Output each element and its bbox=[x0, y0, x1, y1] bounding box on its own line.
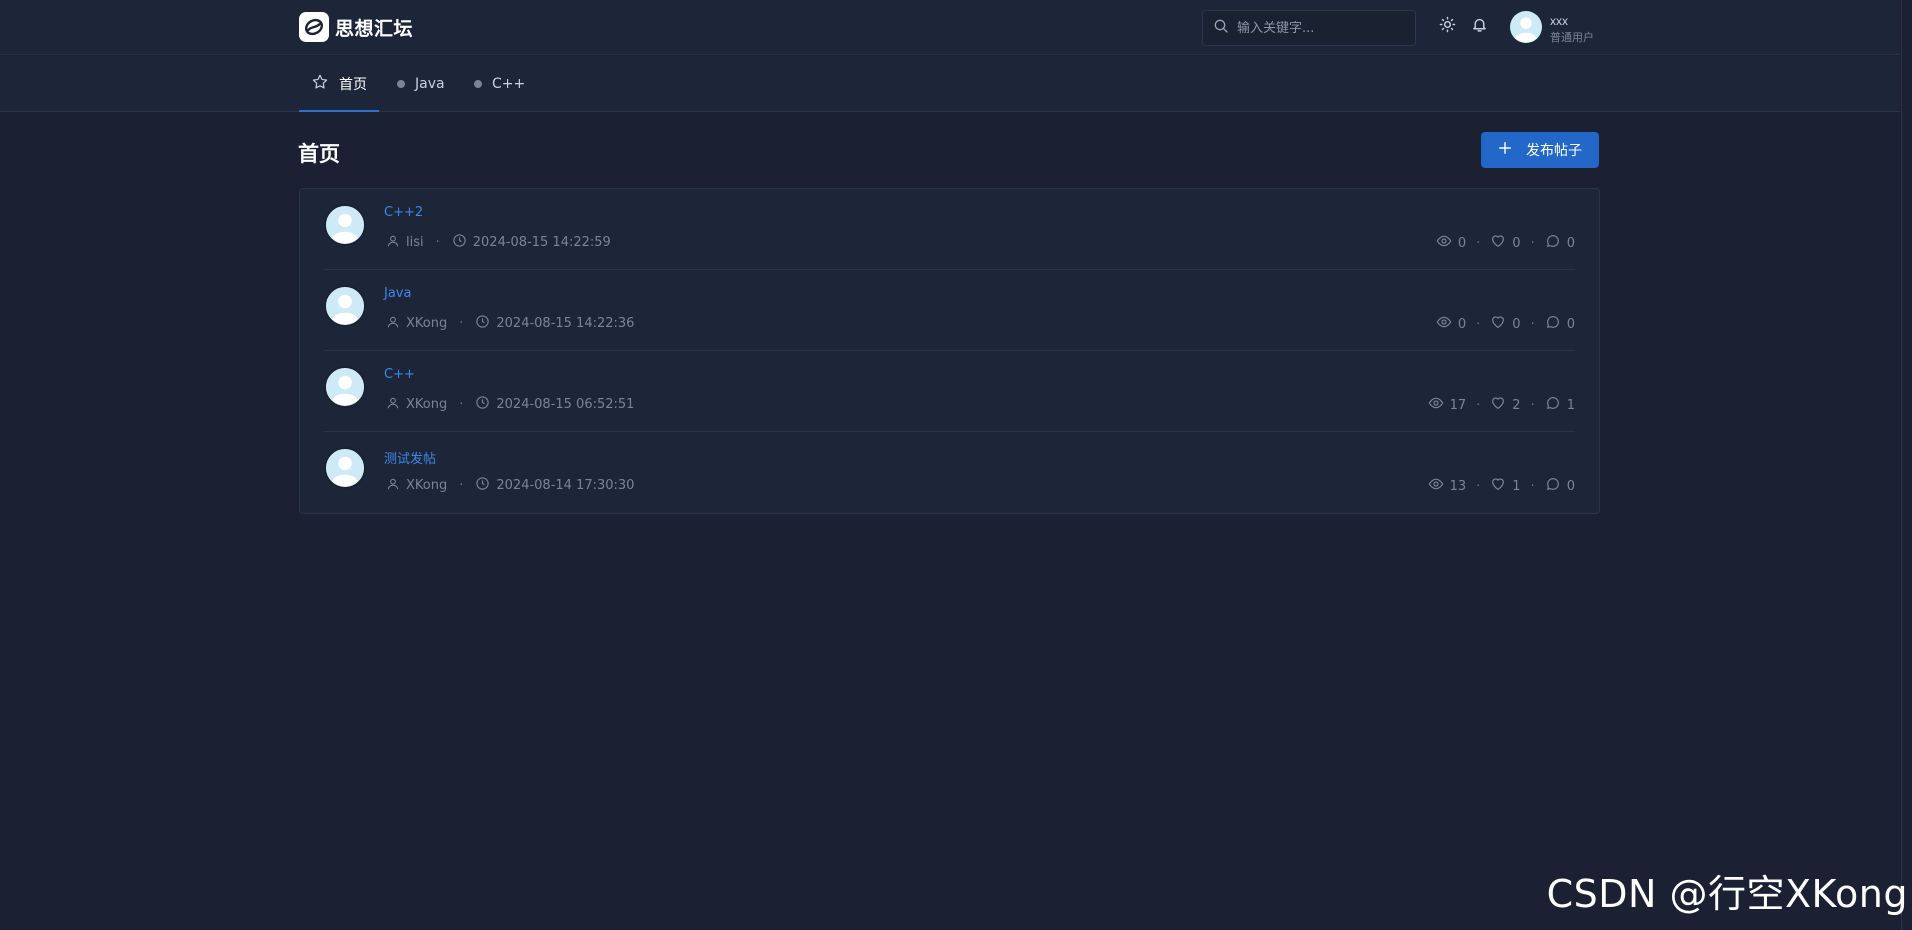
eye-icon bbox=[1436, 233, 1452, 253]
list-item[interactable]: C++ XKong · 2024-08-15 06:52:51 17 · 2 ·… bbox=[324, 351, 1575, 432]
watermark: CSDN @行空XKong bbox=[1546, 872, 1908, 916]
post-author[interactable]: XKong bbox=[406, 316, 447, 331]
separator: · bbox=[1476, 316, 1481, 332]
like-count: 2 bbox=[1512, 397, 1521, 413]
post-time: 2024-08-15 06:52:51 bbox=[496, 397, 635, 412]
like-count: 1 bbox=[1512, 478, 1521, 494]
comment-icon bbox=[1545, 314, 1561, 334]
separator: · bbox=[1476, 397, 1481, 413]
publish-post-button[interactable]: 发布帖子 bbox=[1481, 132, 1599, 168]
heart-icon bbox=[1490, 395, 1506, 415]
view-count: 17 bbox=[1449, 397, 1467, 413]
like-count: 0 bbox=[1512, 316, 1521, 332]
author-avatar[interactable] bbox=[324, 447, 366, 489]
nav-item-label: 首页 bbox=[339, 77, 367, 93]
heart-icon bbox=[1490, 476, 1506, 496]
search-icon bbox=[1213, 18, 1229, 39]
category-nav: 首页 Java C++ bbox=[0, 56, 1900, 112]
author-avatar[interactable] bbox=[324, 366, 366, 408]
site-logo[interactable]: 思想汇坛 bbox=[299, 12, 413, 42]
post-time: 2024-08-15 14:22:59 bbox=[472, 235, 611, 250]
nav-item-label: Java bbox=[415, 76, 445, 92]
search-input[interactable] bbox=[1237, 20, 1397, 36]
post-title-link[interactable]: Java bbox=[384, 286, 411, 301]
bell-icon bbox=[1471, 16, 1488, 38]
star-icon bbox=[311, 73, 329, 95]
view-count: 0 bbox=[1457, 316, 1467, 332]
post-author[interactable]: XKong bbox=[406, 478, 447, 493]
post-author[interactable]: lisi bbox=[406, 235, 424, 250]
user-role: 普通用户 bbox=[1550, 31, 1594, 44]
comment-icon bbox=[1545, 233, 1561, 253]
separator: · bbox=[1530, 316, 1535, 332]
separator: · bbox=[1476, 478, 1481, 494]
separator: · bbox=[459, 478, 464, 493]
separator: · bbox=[1530, 478, 1535, 494]
user-icon bbox=[386, 234, 400, 252]
post-time: 2024-08-14 17:30:30 bbox=[496, 478, 635, 493]
nav-item-home[interactable]: 首页 bbox=[299, 56, 379, 112]
post-time: 2024-08-15 14:22:36 bbox=[496, 316, 635, 331]
list-item[interactable]: 测试发帖 XKong · 2024-08-14 17:30:30 13 · 1 … bbox=[324, 432, 1575, 513]
bullet-icon bbox=[397, 80, 405, 88]
search-box[interactable] bbox=[1202, 10, 1416, 46]
like-count: 0 bbox=[1512, 235, 1521, 251]
separator: · bbox=[435, 235, 440, 250]
publish-label: 发布帖子 bbox=[1526, 143, 1582, 159]
comment-count: 1 bbox=[1566, 397, 1575, 413]
user-menu[interactable]: xxx 普通用户 bbox=[1510, 11, 1594, 48]
list-item[interactable]: Java XKong · 2024-08-15 14:22:36 0 · 0 ·… bbox=[324, 270, 1575, 351]
user-avatar bbox=[1510, 11, 1542, 48]
separator: · bbox=[459, 397, 464, 412]
list-item[interactable]: C++2 lisi · 2024-08-15 14:22:59 0 · 0 · … bbox=[324, 189, 1575, 270]
clock-icon bbox=[475, 476, 490, 495]
heart-icon bbox=[1490, 233, 1506, 253]
separator: · bbox=[459, 316, 464, 331]
eye-icon bbox=[1428, 476, 1444, 496]
eye-icon bbox=[1436, 314, 1452, 334]
heart-icon bbox=[1490, 314, 1506, 334]
notification-button[interactable] bbox=[1468, 16, 1490, 38]
clock-icon bbox=[475, 395, 490, 414]
comment-icon bbox=[1545, 395, 1561, 415]
comment-count: 0 bbox=[1566, 478, 1575, 494]
author-avatar[interactable] bbox=[324, 285, 366, 327]
user-icon bbox=[386, 396, 400, 414]
comment-icon bbox=[1545, 476, 1561, 496]
nav-item-label: C++ bbox=[492, 76, 526, 92]
site-name: 思想汇坛 bbox=[335, 17, 414, 40]
nav-item-java[interactable]: Java bbox=[397, 56, 445, 112]
comment-count: 0 bbox=[1566, 316, 1575, 332]
user-icon bbox=[386, 477, 400, 495]
nav-item-cpp[interactable]: C++ bbox=[474, 56, 525, 112]
post-title-link[interactable]: C++ bbox=[384, 367, 415, 382]
clock-icon bbox=[475, 314, 490, 333]
page-title: 首页 bbox=[298, 142, 340, 166]
post-author[interactable]: XKong bbox=[406, 397, 447, 412]
post-list: C++2 lisi · 2024-08-15 14:22:59 0 · 0 · … bbox=[299, 188, 1600, 514]
theme-toggle-button[interactable] bbox=[1436, 16, 1458, 38]
user-name: xxx bbox=[1550, 14, 1568, 28]
view-count: 13 bbox=[1449, 478, 1467, 494]
separator: · bbox=[1530, 397, 1535, 413]
separator: · bbox=[1530, 235, 1535, 251]
user-icon bbox=[386, 315, 400, 333]
clock-icon bbox=[452, 233, 467, 252]
bullet-icon bbox=[474, 80, 482, 88]
view-count: 0 bbox=[1457, 235, 1467, 251]
comment-count: 0 bbox=[1566, 235, 1575, 251]
top-header: 思想汇坛 输入关键字... xxx 普通用户 bbox=[0, 0, 1900, 55]
post-title-link[interactable]: 测试发帖 bbox=[384, 448, 436, 467]
separator: · bbox=[1476, 235, 1481, 251]
plus-icon bbox=[1498, 141, 1512, 159]
eye-icon bbox=[1428, 395, 1444, 415]
window-edge bbox=[1901, 0, 1902, 930]
sun-icon bbox=[1439, 16, 1456, 38]
logo-icon bbox=[299, 12, 329, 42]
post-title-link[interactable]: C++2 bbox=[384, 205, 423, 220]
author-avatar[interactable] bbox=[324, 204, 366, 246]
